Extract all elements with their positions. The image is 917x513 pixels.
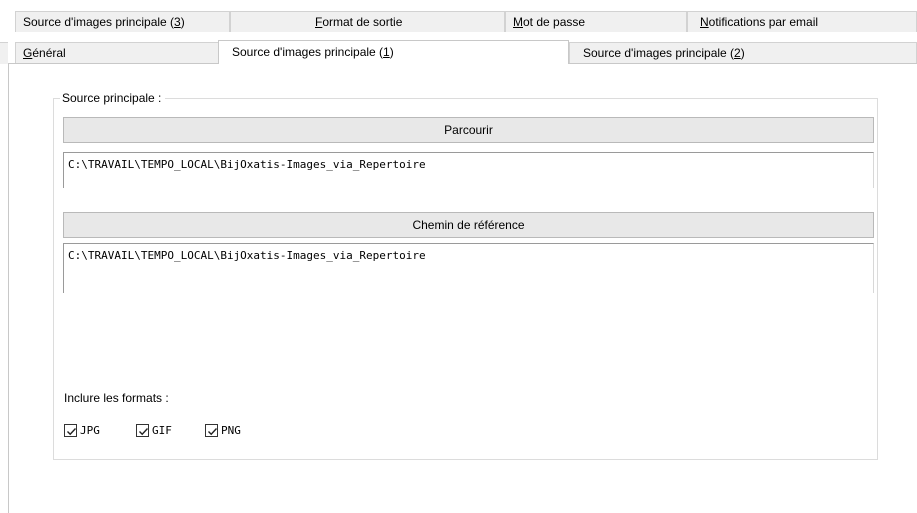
checkbox-label: GIF xyxy=(152,424,172,437)
checkmark-icon xyxy=(205,424,218,437)
groupbox-title: Source principale : xyxy=(60,90,166,106)
tab-label: Mot de passe xyxy=(513,15,586,29)
formats-label: Inclure les formats : xyxy=(64,391,169,405)
tab-label: Format de sortie xyxy=(315,15,403,29)
tab-label: Source d'images principale (3) xyxy=(23,15,185,29)
tab-notifications-email[interactable]: Notifications par email xyxy=(687,11,917,32)
main-path-field[interactable]: C:\TRAVAIL\TEMPO_LOCAL\BijOxatis-Images_… xyxy=(63,152,874,188)
tab-label: Source d'images principale (2) xyxy=(583,46,745,60)
tab-source-images-3[interactable]: Source d'images principale (3) xyxy=(15,11,230,32)
browse-button[interactable]: Parcourir xyxy=(63,117,874,143)
png-checkbox[interactable]: PNG xyxy=(205,424,241,437)
checkmark-icon xyxy=(64,424,77,437)
checkbox-label: PNG xyxy=(221,424,241,437)
jpg-checkbox[interactable]: JPG xyxy=(64,424,100,437)
tab-strip-edge xyxy=(0,42,8,64)
tab-mot-de-passe[interactable]: Mot de passe xyxy=(505,11,687,32)
tab-label: Source d'images principale (1) xyxy=(232,45,394,59)
tab-label: Général xyxy=(23,46,66,60)
reference-path-button[interactable]: Chemin de référence xyxy=(63,212,874,238)
tab-label: Notifications par email xyxy=(700,15,819,29)
tab-source-images-2[interactable]: Source d'images principale (2) xyxy=(569,42,917,64)
checkbox-label: JPG xyxy=(80,424,100,437)
tab-format-de-sortie[interactable]: Format de sortie xyxy=(230,11,505,32)
panel-border-left xyxy=(8,63,9,513)
tab-source-images-1[interactable]: Source d'images principale (1) xyxy=(218,40,569,64)
checkmark-icon xyxy=(136,424,149,437)
tab-general[interactable]: Général xyxy=(15,42,219,64)
gif-checkbox[interactable]: GIF xyxy=(136,424,172,437)
reference-path-field[interactable]: C:\TRAVAIL\TEMPO_LOCAL\BijOxatis-Images_… xyxy=(63,243,874,293)
